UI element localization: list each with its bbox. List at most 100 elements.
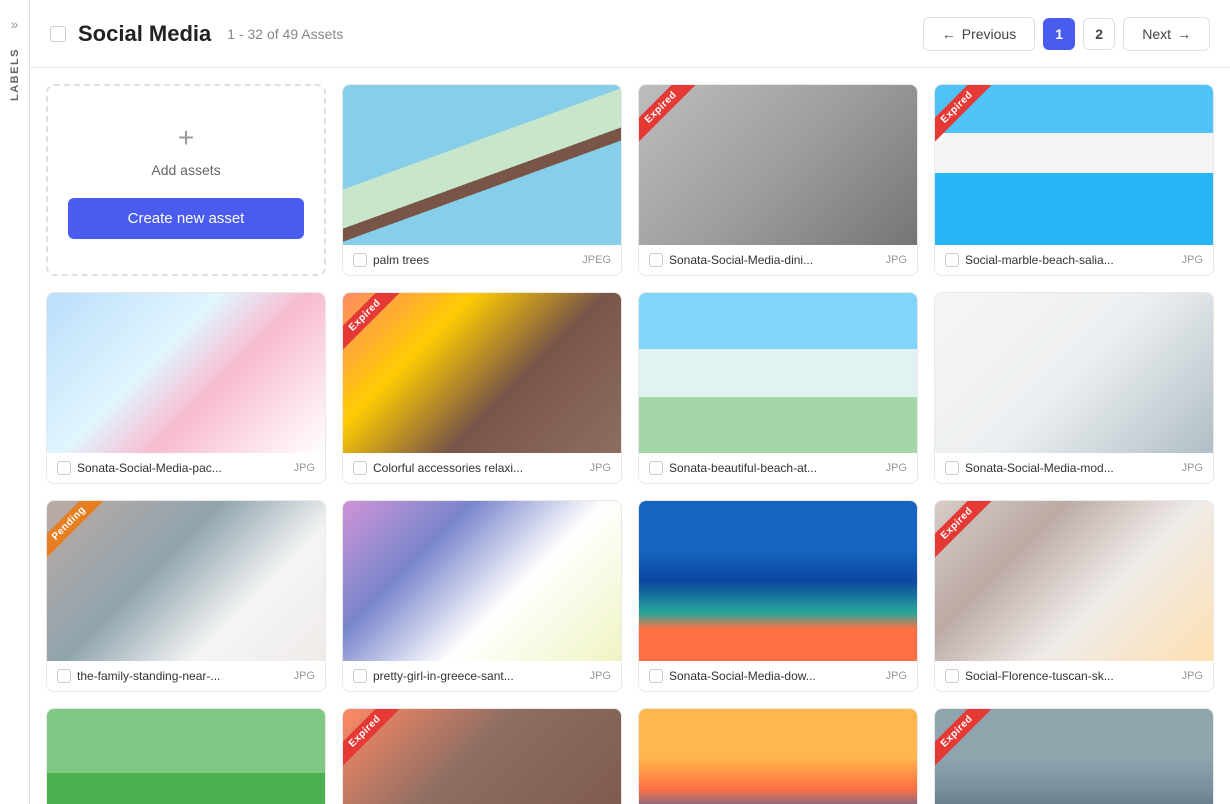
asset-card[interactable]: boat-sunset... JPG	[638, 708, 918, 804]
asset-checkbox[interactable]	[57, 461, 71, 475]
sidebar-label: LABELS	[9, 48, 21, 101]
add-asset-card: + Add assets Create new asset	[46, 84, 326, 276]
pagination: ← Previous 1 2 Next →	[923, 17, 1210, 51]
page-1-button[interactable]: 1	[1043, 18, 1075, 50]
asset-type: JPG	[886, 670, 907, 682]
asset-image: Pending	[47, 501, 325, 661]
asset-name: Sonata-Social-Media-dini...	[669, 253, 880, 267]
asset-type: JPG	[590, 462, 611, 474]
grid-container: + Add assets Create new asset palm trees…	[30, 68, 1230, 804]
asset-type: JPG	[1182, 254, 1203, 266]
page-title: Social Media	[78, 21, 211, 47]
add-label: Add assets	[151, 162, 220, 178]
asset-card[interactable]: Sonata-Social-Media-mod... JPG	[934, 292, 1214, 484]
asset-card[interactable]: palm trees JPEG	[342, 84, 622, 276]
asset-image	[639, 293, 917, 453]
asset-image: Expired	[935, 501, 1213, 661]
header: Social Media 1 - 32 of 49 Assets ← Previ…	[30, 0, 1230, 68]
asset-image: Expired	[639, 85, 917, 245]
previous-label: Previous	[962, 26, 1016, 42]
select-all-checkbox[interactable]	[50, 26, 66, 42]
asset-image: Expired	[343, 293, 621, 453]
asset-image	[639, 501, 917, 661]
asset-type: JPG	[886, 462, 907, 474]
asset-card[interactable]: Sonata-beautiful-beach-at... JPG	[638, 292, 918, 484]
pending-ribbon: Pending	[47, 501, 117, 571]
asset-checkbox[interactable]	[353, 253, 367, 267]
asset-grid: + Add assets Create new asset palm trees…	[46, 84, 1214, 804]
page-2-button[interactable]: 2	[1083, 18, 1115, 50]
asset-card[interactable]: Expired Colorful accessories relaxi... J…	[342, 292, 622, 484]
asset-card[interactable]: Sonata-Social-Media-pac... JPG	[46, 292, 326, 484]
asset-checkbox[interactable]	[945, 253, 959, 267]
asset-checkbox[interactable]	[649, 253, 663, 267]
asset-type: JPG	[1182, 670, 1203, 682]
asset-image	[47, 293, 325, 453]
asset-checkbox[interactable]	[649, 669, 663, 683]
collapse-icon[interactable]: »	[11, 16, 19, 32]
asset-image: Expired	[343, 709, 621, 804]
asset-image: Expired	[935, 709, 1213, 804]
asset-card[interactable]: green-fields... JPG	[46, 708, 326, 804]
asset-type: JPG	[294, 670, 315, 682]
asset-name: Sonata-Social-Media-dow...	[669, 669, 880, 683]
asset-meta: the-family-standing-near-... JPG	[47, 661, 325, 691]
asset-meta: Sonata-beautiful-beach-at... JPG	[639, 453, 917, 483]
asset-image	[47, 709, 325, 804]
create-new-asset-button[interactable]: Create new asset	[68, 198, 304, 239]
expired-ribbon: Expired	[935, 501, 1005, 571]
asset-name: palm trees	[373, 253, 576, 267]
asset-name: Social-Florence-tuscan-sk...	[965, 669, 1176, 683]
expired-ribbon: Expired	[935, 709, 1005, 779]
asset-name: Sonata-Social-Media-pac...	[77, 461, 288, 475]
expired-ribbon: Expired	[343, 293, 413, 363]
asset-name: Sonata-Social-Media-mod...	[965, 461, 1176, 475]
asset-count: 1 - 32 of 49 Assets	[227, 26, 343, 42]
asset-image	[343, 85, 621, 245]
asset-meta: Social-marble-beach-salia... JPG	[935, 245, 1213, 275]
arrow-left-icon: ←	[942, 26, 956, 42]
asset-name: Sonata-beautiful-beach-at...	[669, 461, 880, 475]
expired-ribbon: Expired	[343, 709, 413, 779]
add-icon: +	[178, 122, 194, 154]
asset-meta: Sonata-Social-Media-mod... JPG	[935, 453, 1213, 483]
asset-checkbox[interactable]	[649, 461, 663, 475]
asset-checkbox[interactable]	[945, 461, 959, 475]
asset-meta: Social-Florence-tuscan-sk... JPG	[935, 661, 1213, 691]
asset-type: JPG	[886, 254, 907, 266]
asset-name: Social-marble-beach-salia...	[965, 253, 1176, 267]
asset-card[interactable]: Sonata-Social-Media-dow... JPG	[638, 500, 918, 692]
previous-button[interactable]: ← Previous	[923, 17, 1035, 51]
asset-card[interactable]: Expired rocks-sky... JPG	[934, 708, 1214, 804]
asset-card[interactable]: Expired animals-greece... JPG	[342, 708, 622, 804]
asset-card[interactable]: Pending the-family-standing-near-... JPG	[46, 500, 326, 692]
asset-type: JPEG	[582, 254, 611, 266]
asset-meta: pretty-girl-in-greece-sant... JPG	[343, 661, 621, 691]
asset-card[interactable]: Expired Social-Florence-tuscan-sk... JPG	[934, 500, 1214, 692]
expired-ribbon: Expired	[639, 85, 709, 155]
arrow-right-icon: →	[1177, 26, 1191, 42]
asset-image	[343, 501, 621, 661]
asset-meta: Sonata-Social-Media-dow... JPG	[639, 661, 917, 691]
asset-name: the-family-standing-near-...	[77, 669, 288, 683]
asset-meta: palm trees JPEG	[343, 245, 621, 275]
asset-checkbox[interactable]	[945, 669, 959, 683]
next-button[interactable]: Next →	[1123, 17, 1210, 51]
asset-card[interactable]: pretty-girl-in-greece-sant... JPG	[342, 500, 622, 692]
asset-card[interactable]: Expired Sonata-Social-Media-dini... JPG	[638, 84, 918, 276]
asset-card[interactable]: Expired Social-marble-beach-salia... JPG	[934, 84, 1214, 276]
asset-checkbox[interactable]	[353, 669, 367, 683]
expired-ribbon: Expired	[935, 85, 1005, 155]
asset-meta: Sonata-Social-Media-pac... JPG	[47, 453, 325, 483]
asset-image	[639, 709, 917, 804]
asset-image	[935, 293, 1213, 453]
asset-checkbox[interactable]	[57, 669, 71, 683]
asset-checkbox[interactable]	[353, 461, 367, 475]
asset-image: Expired	[935, 85, 1213, 245]
asset-name: pretty-girl-in-greece-sant...	[373, 669, 584, 683]
sidebar: » LABELS	[0, 0, 30, 804]
asset-name: Colorful accessories relaxi...	[373, 461, 584, 475]
asset-type: JPG	[590, 670, 611, 682]
asset-meta: Colorful accessories relaxi... JPG	[343, 453, 621, 483]
asset-type: JPG	[294, 462, 315, 474]
